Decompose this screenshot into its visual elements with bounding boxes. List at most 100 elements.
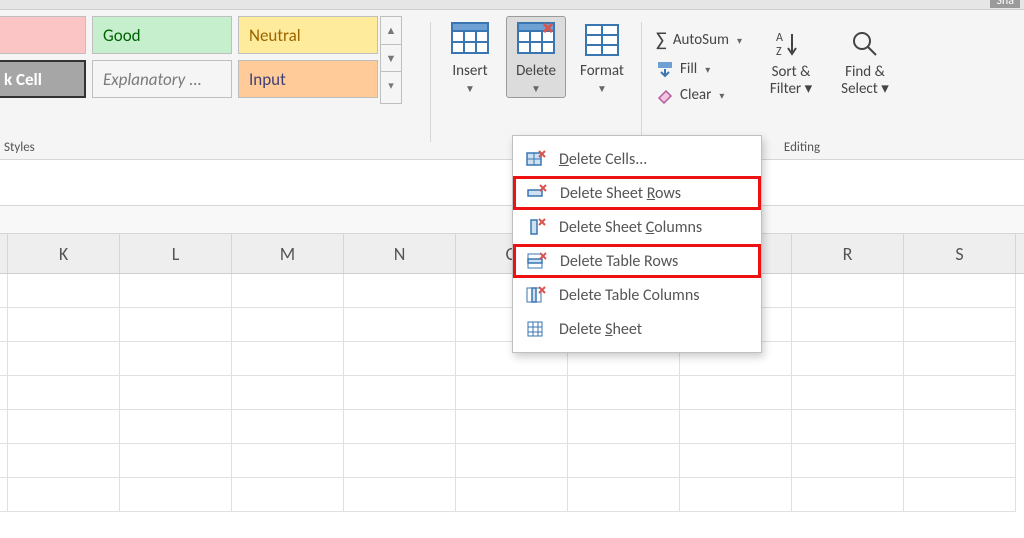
style-swatch[interactable]: Neutral <box>238 16 378 54</box>
gallery-down-icon[interactable]: ▼ <box>381 44 401 71</box>
cell[interactable] <box>120 308 232 342</box>
cell[interactable] <box>792 376 904 410</box>
cell[interactable] <box>120 342 232 376</box>
chevron-down-icon: ▼ <box>465 82 475 95</box>
clear-button[interactable]: Clear ▾ <box>652 84 746 106</box>
cell[interactable] <box>456 376 568 410</box>
format-label: Format <box>580 63 624 80</box>
cell[interactable] <box>792 274 904 308</box>
cell[interactable] <box>8 478 120 512</box>
table-row <box>0 376 1024 410</box>
insert-cells-icon <box>450 21 490 59</box>
cell[interactable] <box>344 308 456 342</box>
column-header[interactable]: S <box>904 234 1016 273</box>
cell[interactable] <box>344 444 456 478</box>
menu-item-label: Delete Table Rows <box>560 252 678 271</box>
cell[interactable] <box>792 444 904 478</box>
fill-down-icon <box>656 60 674 78</box>
cell[interactable] <box>568 444 680 478</box>
column-header[interactable]: L <box>120 234 232 273</box>
style-swatch[interactable] <box>0 16 86 54</box>
cell[interactable] <box>344 376 456 410</box>
cell[interactable] <box>120 478 232 512</box>
gallery-more-icon[interactable]: ▾ <box>381 71 401 98</box>
cell[interactable] <box>232 444 344 478</box>
styles-group-label: Styles <box>0 140 430 155</box>
cell[interactable] <box>120 444 232 478</box>
style-swatch[interactable]: Explanatory ... <box>92 60 232 98</box>
cell[interactable] <box>8 342 120 376</box>
cell[interactable] <box>232 342 344 376</box>
cell[interactable] <box>456 410 568 444</box>
cell[interactable] <box>8 308 120 342</box>
menu-item[interactable]: Delete Sheet <box>513 312 761 346</box>
cell[interactable] <box>568 410 680 444</box>
cell[interactable] <box>8 274 120 308</box>
insert-button[interactable]: Insert ▼ <box>440 16 500 98</box>
cell[interactable] <box>8 444 120 478</box>
cell[interactable] <box>904 308 1016 342</box>
style-swatch[interactable]: k Cell <box>0 60 86 98</box>
column-header[interactable]: R <box>792 234 904 273</box>
cell[interactable] <box>232 274 344 308</box>
cell[interactable] <box>680 410 792 444</box>
cell[interactable] <box>344 410 456 444</box>
cell[interactable] <box>8 376 120 410</box>
cells-icon <box>525 149 547 169</box>
cell[interactable] <box>792 410 904 444</box>
cell[interactable] <box>232 410 344 444</box>
cell[interactable] <box>120 410 232 444</box>
cell[interactable] <box>232 478 344 512</box>
cell[interactable] <box>8 410 120 444</box>
cell[interactable] <box>792 478 904 512</box>
cell[interactable] <box>568 478 680 512</box>
cell[interactable] <box>568 376 680 410</box>
menu-item[interactable]: Delete Sheet Columns <box>513 210 761 244</box>
cell[interactable] <box>680 478 792 512</box>
cell[interactable] <box>792 308 904 342</box>
cell[interactable] <box>120 376 232 410</box>
share-button[interactable]: Sha <box>990 0 1020 8</box>
cell[interactable] <box>344 274 456 308</box>
cell[interactable] <box>904 478 1016 512</box>
tcol-icon <box>525 285 547 305</box>
cell[interactable] <box>792 342 904 376</box>
cell[interactable] <box>680 376 792 410</box>
styles-gallery-scroll[interactable]: ▲ ▼ ▾ <box>380 16 402 104</box>
cell[interactable] <box>232 308 344 342</box>
cell[interactable] <box>120 274 232 308</box>
menu-item[interactable]: Delete Sheet Rows <box>513 176 761 210</box>
fill-button[interactable]: Fill ▾ <box>652 58 746 80</box>
style-swatch[interactable]: Good <box>92 16 232 54</box>
title-bar: Sha <box>0 0 1024 10</box>
style-swatch[interactable]: Input <box>238 60 378 98</box>
cell[interactable] <box>456 444 568 478</box>
menu-item[interactable]: Delete Cells... <box>513 142 761 176</box>
cell[interactable] <box>344 342 456 376</box>
cell[interactable] <box>456 478 568 512</box>
cell[interactable] <box>904 410 1016 444</box>
fill-label: Fill <box>680 60 697 78</box>
format-button[interactable]: Format ▼ <box>572 16 632 98</box>
delete-button[interactable]: Delete ▼ <box>506 16 566 98</box>
cell[interactable] <box>904 376 1016 410</box>
cell[interactable] <box>344 478 456 512</box>
column-header[interactable]: M <box>232 234 344 273</box>
menu-item[interactable]: Delete Table Columns <box>513 278 761 312</box>
column-header[interactable]: N <box>344 234 456 273</box>
find-select-label: Find & Select ▾ <box>830 64 900 97</box>
cell[interactable] <box>904 342 1016 376</box>
cell[interactable] <box>232 376 344 410</box>
sort-filter-button[interactable]: AZ Sort & Filter ▾ <box>756 20 826 97</box>
cell[interactable] <box>904 444 1016 478</box>
cell[interactable] <box>680 444 792 478</box>
autosum-button[interactable]: ∑ AutoSum ▾ <box>652 26 746 54</box>
menu-item[interactable]: Delete Table Rows <box>513 244 761 278</box>
cell[interactable] <box>904 274 1016 308</box>
gallery-up-icon[interactable]: ▲ <box>381 17 401 44</box>
sort-filter-label: Sort & Filter ▾ <box>756 64 826 97</box>
delete-label: Delete <box>516 63 556 80</box>
table-row <box>0 478 1024 512</box>
column-header[interactable]: K <box>8 234 120 273</box>
find-select-button[interactable]: Find & Select ▾ <box>830 20 900 97</box>
